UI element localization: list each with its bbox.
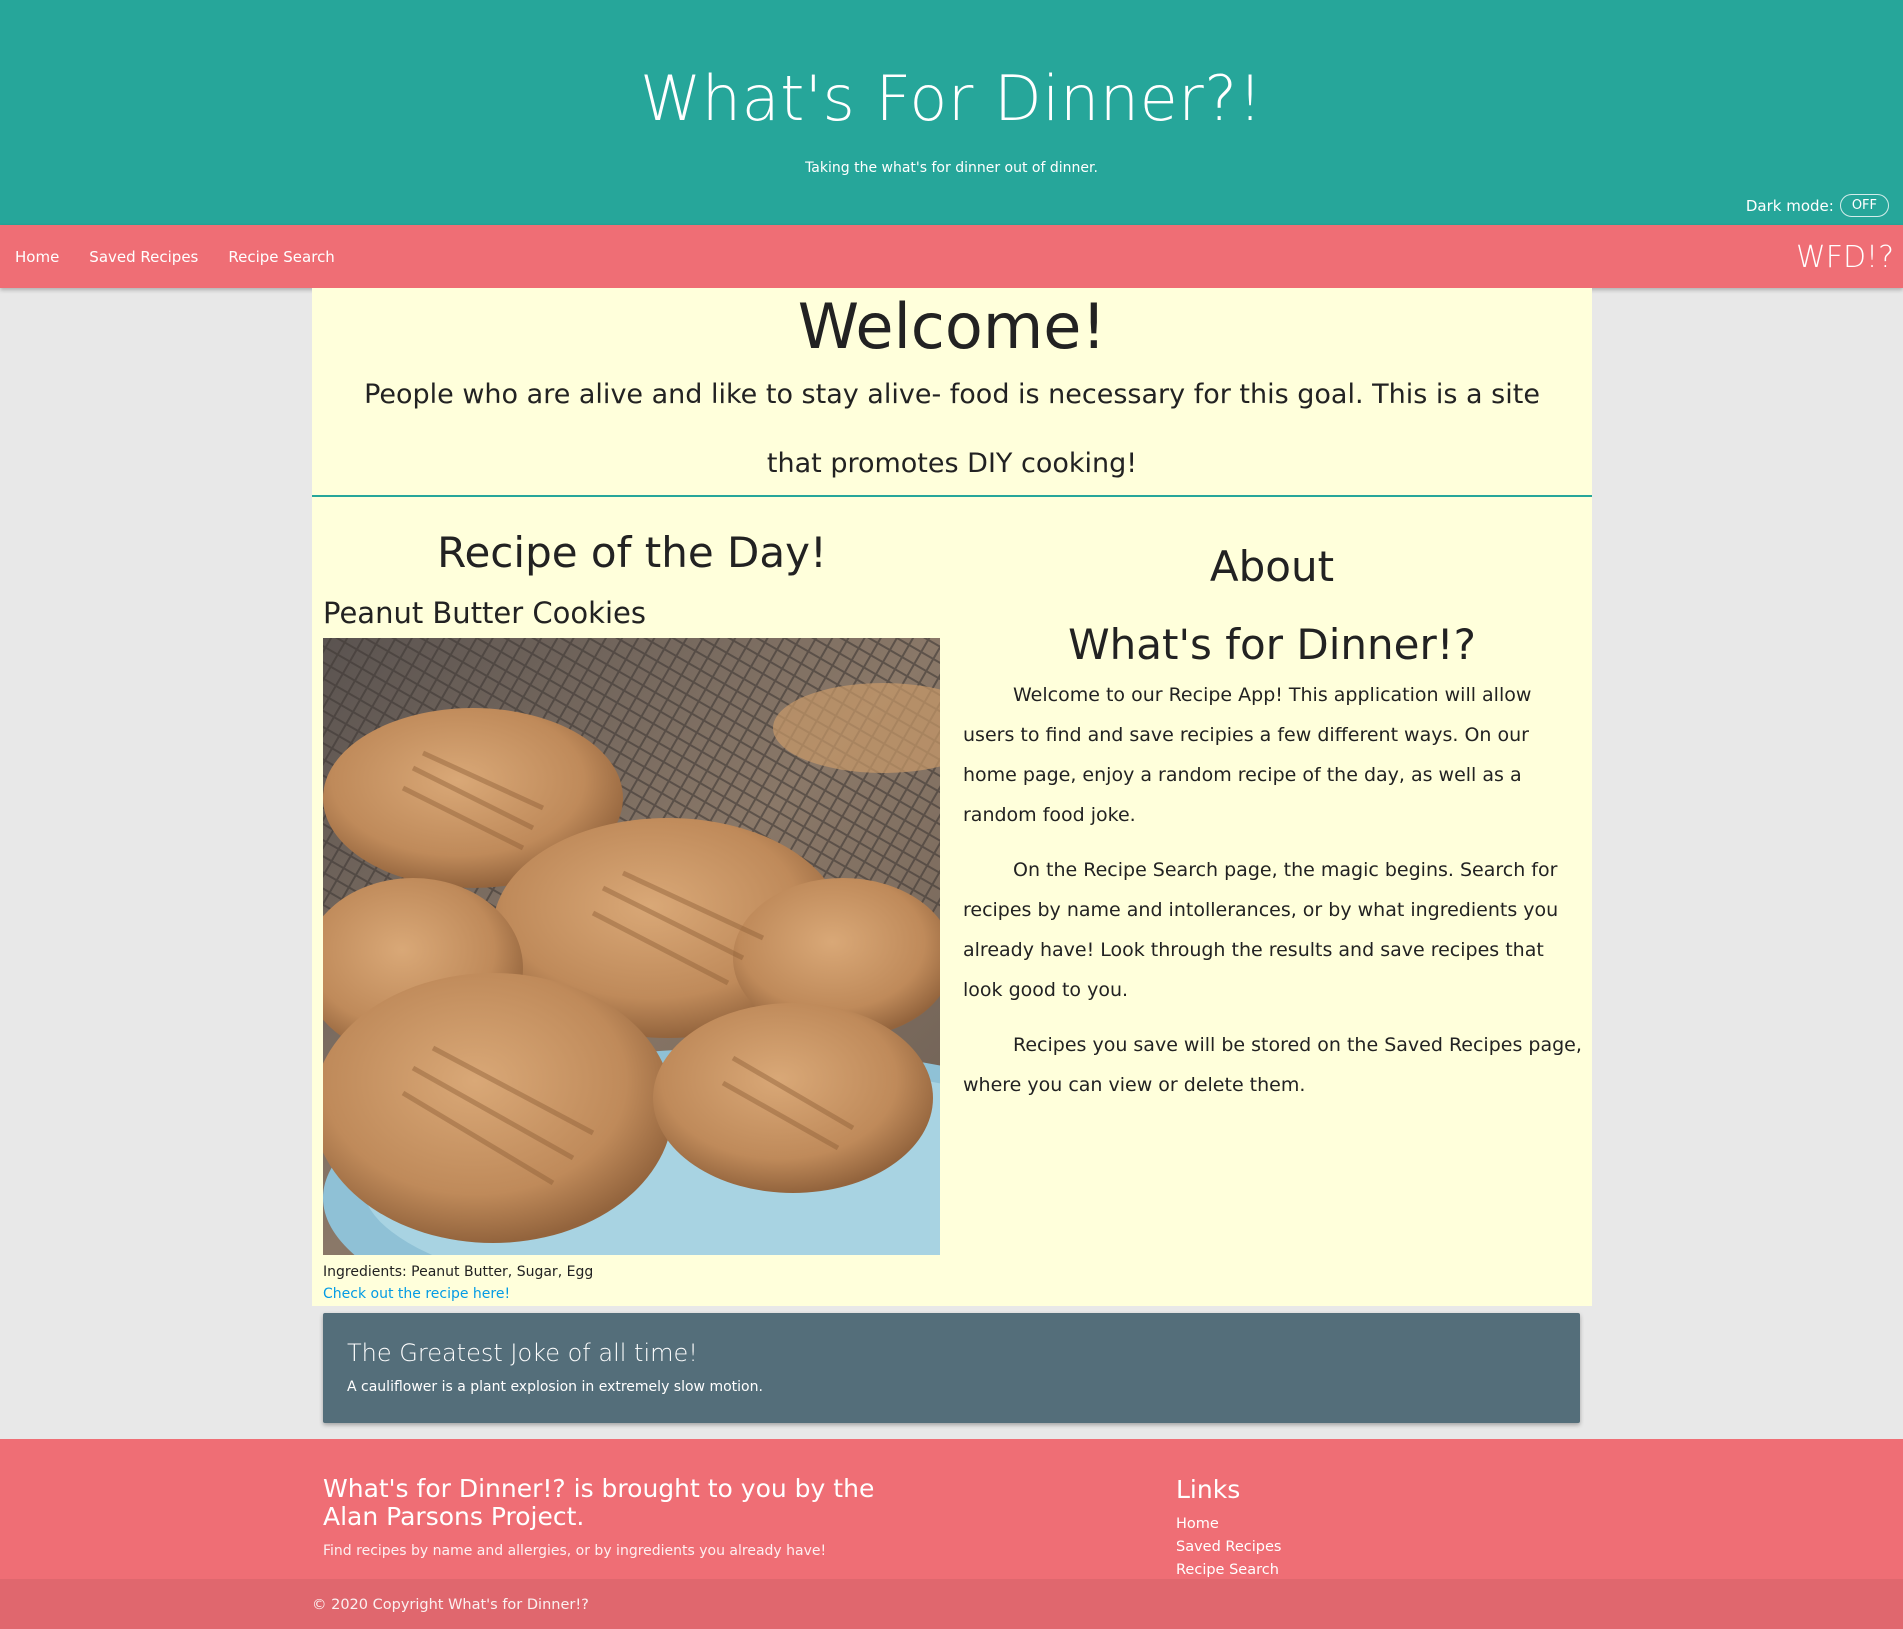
copyright-text: © 2020 Copyright What's for Dinner!? <box>312 1597 589 1613</box>
footer-link-home[interactable]: Home <box>1176 1513 1281 1536</box>
recipe-of-the-day-heading: Recipe of the Day! <box>437 528 827 577</box>
site-footer: What's for Dinner!? is brought to you by… <box>0 1439 1903 1629</box>
nav-bar: Home Saved Recipes Recipe Search WFD!? <box>0 225 1903 288</box>
copyright-bar: © 2020 Copyright What's for Dinner!? <box>0 1579 1903 1629</box>
about-paragraph: On the Recipe Search page, the magic beg… <box>963 859 1559 1001</box>
joke-title: The Greatest Joke of all time! <box>347 1339 698 1367</box>
brand-logo[interactable]: WFD!? <box>1796 240 1894 275</box>
recipe-image <box>323 638 940 1255</box>
recipe-ingredients: Ingredients: Peanut Butter, Sugar, Egg <box>323 1264 594 1280</box>
about-heading: About What's for Dinner!? <box>952 528 1592 684</box>
about-paragraph: Welcome to our Recipe App! This applicat… <box>963 684 1532 826</box>
dark-mode-toggle[interactable]: OFF <box>1839 194 1889 217</box>
joke-text: A cauliflower is a plant explosion in ex… <box>347 1379 763 1395</box>
site-header: What's For Dinner?! Taking the what's fo… <box>0 0 1903 225</box>
site-title: What's For Dinner?! <box>640 62 1263 135</box>
site-tagline: Taking the what's for dinner out of dinn… <box>805 160 1098 176</box>
welcome-title: Welcome! <box>797 290 1107 363</box>
about-paragraph: Recipes you save will be stored on the S… <box>963 1034 1582 1096</box>
footer-subtitle: Find recipes by name and allergies, or b… <box>323 1543 827 1559</box>
welcome-text: People who are alive and like to stay al… <box>364 379 1540 479</box>
nav-links: Home Saved Recipes Recipe Search <box>0 225 350 288</box>
dark-mode-control: Dark mode: OFF <box>1746 194 1889 217</box>
recipe-link[interactable]: Check out the recipe here! <box>323 1286 510 1302</box>
nav-item-home[interactable]: Home <box>0 248 74 266</box>
recipe-name: Peanut Butter Cookies <box>323 596 646 630</box>
about-body: Welcome to our Recipe App! This applicat… <box>963 675 1583 1120</box>
section-divider <box>312 495 1592 497</box>
dark-mode-label: Dark mode: <box>1745 196 1834 215</box>
footer-links: Home Saved Recipes Recipe Search <box>1176 1513 1281 1582</box>
footer-link-saved-recipes[interactable]: Saved Recipes <box>1176 1536 1281 1559</box>
main-content: Welcome! People who are alive and like t… <box>312 288 1592 1306</box>
nav-item-recipe-search[interactable]: Recipe Search <box>213 248 349 266</box>
cookies-illustration <box>323 638 940 1255</box>
about-title-line2: What's for Dinner!? <box>1068 620 1476 669</box>
about-title-line1: About <box>1209 542 1335 591</box>
joke-card: The Greatest Joke of all time! A caulifl… <box>323 1313 1580 1423</box>
nav-item-saved-recipes[interactable]: Saved Recipes <box>74 248 213 266</box>
footer-title: What's for Dinner!? is brought to you by… <box>323 1474 875 1531</box>
footer-links-title: Links <box>1176 1475 1241 1504</box>
